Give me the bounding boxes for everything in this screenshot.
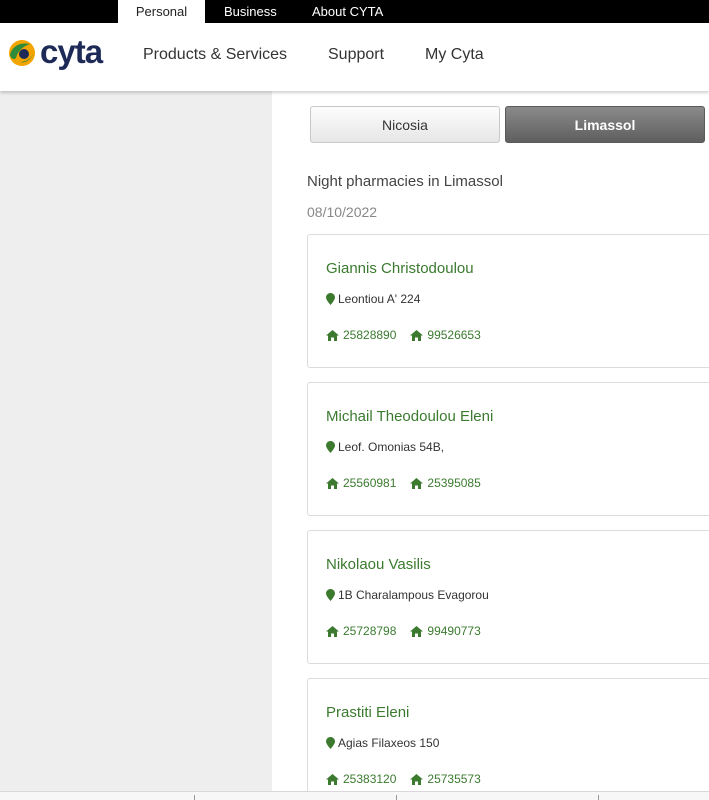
pharmacy-phones: 25728798 99490773 [326, 624, 495, 638]
tab-business[interactable]: Business [224, 0, 277, 23]
phone-number: 25728798 [343, 624, 397, 638]
pharmacy-card: Prastiti Eleni Agias Filaxeos 150 253831… [307, 678, 709, 800]
pharmacy-address: Leof. Omonias 54B, [326, 440, 444, 454]
pharmacy-address-text: 1B Charalampous Evagorou [338, 588, 489, 602]
phone-link[interactable]: 25728798 [326, 624, 396, 638]
pharmacy-address: Agias Filaxeos 150 [326, 736, 439, 750]
nav-products-services[interactable]: Products & Services [143, 46, 287, 64]
pharmacy-card: Nikolaou Vasilis 1B Charalampous Evagoro… [307, 530, 709, 664]
pharmacy-phones: 25383120 25735573 [326, 772, 495, 786]
phone-link[interactable]: 99526653 [410, 328, 481, 342]
left-panel [0, 91, 272, 791]
pharmacy-name[interactable]: Giannis Christodoulou [326, 260, 474, 277]
phone-number: 25395085 [427, 476, 481, 490]
phone-link[interactable]: 25735573 [410, 772, 481, 786]
house-icon [410, 773, 424, 785]
pharmacy-address-text: Agias Filaxeos 150 [338, 736, 440, 750]
nav-my-cyta[interactable]: My Cyta [425, 46, 484, 64]
pharmacy-phones: 25828890 99526653 [326, 328, 495, 342]
pharmacy-name[interactable]: Nikolaou Vasilis [326, 556, 431, 573]
house-icon [326, 329, 339, 341]
section-date: 08/10/2022 [307, 204, 378, 220]
tab-about-cyta[interactable]: About CYTA [312, 0, 383, 23]
phone-link[interactable]: 25383120 [326, 772, 396, 786]
cyta-logo[interactable]: cyta [6, 33, 103, 70]
house-icon [410, 477, 424, 489]
pharmacy-address-text: Leof. Omonias 54B, [338, 440, 445, 454]
house-icon [326, 477, 339, 489]
pharmacy-address-text: Leontiou A' 224 [338, 292, 421, 306]
phone-number: 25383120 [343, 772, 397, 786]
top-bar: Personal Business About CYTA [0, 0, 709, 23]
house-icon [326, 773, 339, 785]
cyta-logo-text: cyta [40, 33, 103, 70]
divider [194, 795, 195, 800]
pharmacy-address: Leontiou A' 224 [326, 292, 420, 306]
map-pin-icon [326, 293, 335, 305]
phone-link[interactable]: 99490773 [410, 624, 481, 638]
nav-support[interactable]: Support [328, 46, 384, 64]
phone-number: 25828890 [343, 328, 397, 342]
phone-number: 99490773 [427, 624, 481, 638]
cyta-logo-mark-icon [9, 40, 35, 66]
house-icon [326, 625, 339, 637]
phone-number: 25560981 [343, 476, 397, 490]
pharmacy-address: 1B Charalampous Evagorou [326, 588, 489, 602]
phone-number: 99526653 [427, 328, 481, 342]
tab-personal[interactable]: Personal [118, 0, 205, 23]
phone-link[interactable]: 25828890 [326, 328, 396, 342]
divider [396, 795, 397, 800]
phone-link[interactable]: 25395085 [410, 476, 481, 490]
pharmacy-name[interactable]: Michail Theodoulou Eleni [326, 408, 493, 425]
pharmacy-card: Michail Theodoulou Eleni Leof. Omonias 5… [307, 382, 709, 516]
city-button-limassol[interactable]: Limassol [505, 106, 705, 143]
city-button-nicosia[interactable]: Nicosia [310, 106, 500, 143]
phone-link[interactable]: 25560981 [326, 476, 396, 490]
pharmacy-card: Giannis Christodoulou Leontiou A' 224 25… [307, 234, 709, 368]
house-icon [410, 329, 424, 341]
bottom-bar [0, 791, 709, 800]
pharmacy-name[interactable]: Prastiti Eleni [326, 704, 409, 721]
site-header: cyta Products & Services Support My Cyta [0, 23, 709, 91]
map-pin-icon [326, 589, 335, 601]
pharmacy-phones: 25560981 25395085 [326, 476, 495, 490]
divider [598, 795, 599, 800]
section-title: Night pharmacies in Limassol [307, 173, 503, 190]
house-icon [410, 625, 424, 637]
map-pin-icon [326, 737, 335, 749]
map-pin-icon [326, 441, 335, 453]
phone-number: 25735573 [427, 772, 481, 786]
